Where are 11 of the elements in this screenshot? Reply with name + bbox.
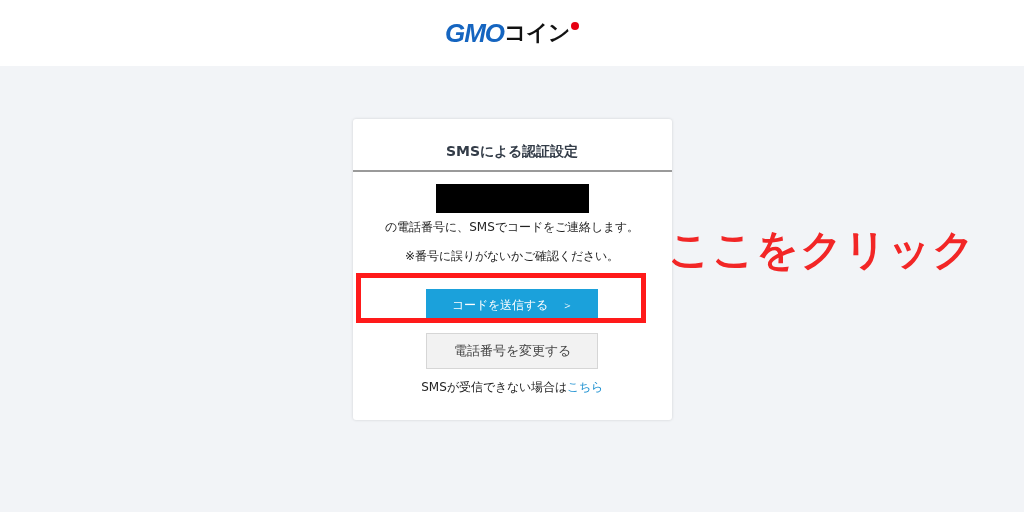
card-title: SMSによる認証設定 <box>445 143 579 161</box>
help-link[interactable]: こちら <box>566 379 603 396</box>
logo-text: コイン <box>504 19 571 47</box>
change-number-button[interactable]: 電話番号を変更する <box>426 333 598 369</box>
logo-text: GMO <box>444 17 505 49</box>
note-text: ※番号に誤りがないかご確認ください。 <box>404 248 620 265</box>
message-text: の電話番号に、SMSでコードをご連絡します。 <box>385 219 639 236</box>
send-code-button[interactable]: コードを送信する ＞ <box>426 289 598 321</box>
footer-text: SMSが受信できない場合は <box>421 379 567 396</box>
annotation-text: ここをクリック <box>668 224 976 276</box>
dot-icon <box>571 22 580 30</box>
